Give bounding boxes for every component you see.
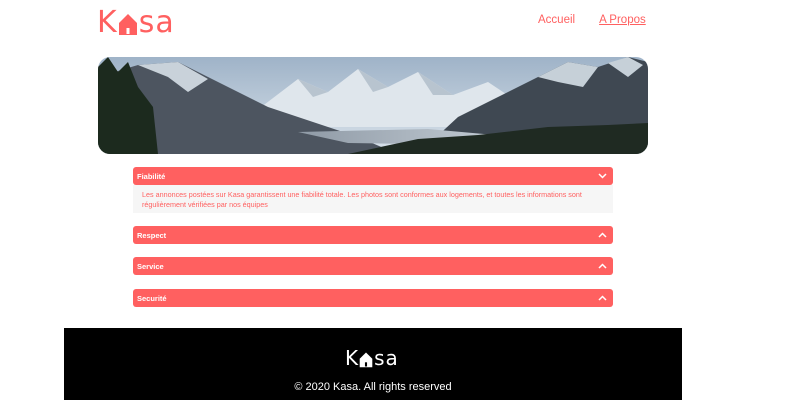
chevron-up-icon[interactable] [597,261,607,271]
footer-copyright: © 2020 Kasa. All rights reserved [294,381,452,393]
nav-link-accueil[interactable]: Accueil [538,14,575,26]
collapse-title: Fiabilité [137,171,166,181]
house-icon [118,14,137,35]
logo-letters-sa: sa [374,346,399,370]
collapse-content: Les annonces postées sur Kasa garantisse… [133,185,613,213]
collapse-respect: Respect [133,226,613,244]
collapse-header-service[interactable]: Service [133,257,613,275]
footer-logo: K sa [345,344,399,372]
collapse-title: Securité [137,293,167,303]
collapse-header-securite[interactable]: Securité [133,289,613,307]
nav-link-a-propos[interactable]: A Propos [599,14,646,26]
chevron-up-icon[interactable] [597,230,607,240]
mountain-landscape-image [98,57,648,154]
chevron-up-icon[interactable] [597,293,607,303]
collapse-securite: Securité [133,289,613,307]
collapse-fiabilite: Fiabilité Les annonces postées sur Kasa … [133,167,613,213]
collapse-header-respect[interactable]: Respect [133,226,613,244]
house-icon [359,352,373,367]
logo-letter-k: K [97,4,118,40]
banner-image [98,57,648,154]
logo-letters-sa: sa [138,4,175,40]
chevron-down-icon[interactable] [597,171,607,181]
collapse-service: Service [133,257,613,275]
collapse-header-fiabilite[interactable]: Fiabilité [133,167,613,185]
collapse-title: Respect [137,230,167,240]
logo-letter-k: K [345,346,360,370]
collapse-title: Service [137,261,164,271]
main-nav: Accueil A Propos [538,14,646,26]
kasa-logo[interactable]: K sa [97,4,175,40]
